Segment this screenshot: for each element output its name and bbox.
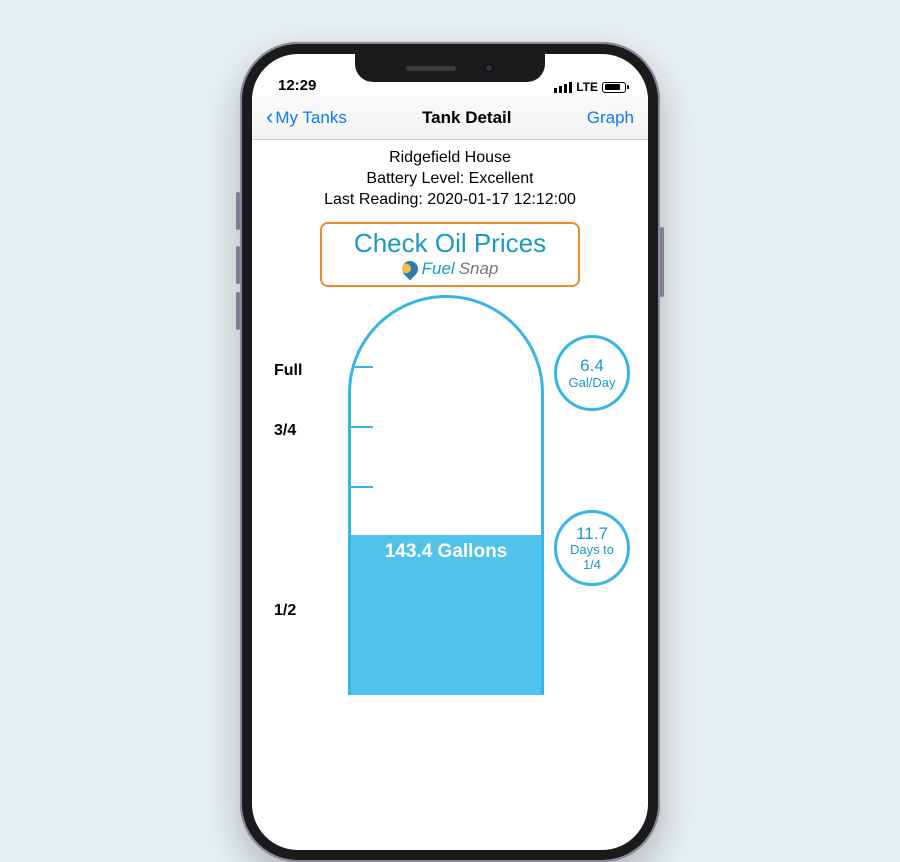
tank-fill: 143.4 Gallons [351, 535, 541, 695]
tick-1-2: 1/2 [274, 581, 302, 641]
days-label-1: Days to [570, 543, 614, 558]
days-value: 11.7 [576, 524, 608, 544]
screen: 12:29 LTE ‹ My Tanks Tank Detail Graph R… [252, 54, 648, 850]
chevron-left-icon: ‹ [266, 106, 273, 128]
notch [355, 54, 545, 82]
gallons-reading: 143.4 Gallons [385, 541, 508, 563]
speaker-slot [406, 66, 456, 71]
status-time: 12:29 [278, 77, 316, 94]
gauge-tick-labels: Full 3/4 1/2 [274, 341, 302, 641]
tank-info: Ridgefield House Battery Level: Excellen… [252, 140, 648, 216]
last-reading: Last Reading: 2020-01-17 12:12:00 [262, 190, 638, 211]
promo-headline: Check Oil Prices [330, 228, 570, 259]
signal-icon [554, 82, 572, 93]
rate-value: 6.4 [580, 356, 604, 376]
network-label: LTE [576, 80, 598, 94]
check-prices-button[interactable]: Check Oil Prices FuelSnap [320, 222, 580, 287]
brand-part-2: Snap [459, 259, 499, 279]
tick-3-4: 3/4 [274, 401, 302, 461]
back-button[interactable]: ‹ My Tanks [266, 107, 347, 129]
gauge-area: Full 3/4 1/2 143.4 Gallons 6.4 Gal/Day 1… [252, 295, 648, 715]
back-label: My Tanks [275, 108, 347, 128]
page-title: Tank Detail [422, 108, 511, 128]
tank-name: Ridgefield House [262, 148, 638, 169]
stat-days-to-quarter: 11.7 Days to 1/4 [554, 510, 630, 586]
days-label-2: 1/4 [583, 558, 601, 573]
tank-gauge: 143.4 Gallons [348, 295, 544, 695]
front-camera [484, 63, 494, 73]
droplet-icon [398, 258, 421, 281]
rate-unit: Gal/Day [569, 376, 616, 391]
fuelsnap-logo: FuelSnap [330, 259, 570, 279]
phone-frame: 12:29 LTE ‹ My Tanks Tank Detail Graph R… [240, 42, 660, 862]
battery-level: Battery Level: Excellent [262, 169, 638, 190]
battery-icon [602, 82, 626, 93]
brand-part-1: Fuel [422, 259, 455, 279]
graph-button[interactable]: Graph [587, 108, 634, 128]
stat-consumption: 6.4 Gal/Day [554, 335, 630, 411]
nav-bar: ‹ My Tanks Tank Detail Graph [252, 96, 648, 140]
tick-full: Full [274, 341, 302, 401]
